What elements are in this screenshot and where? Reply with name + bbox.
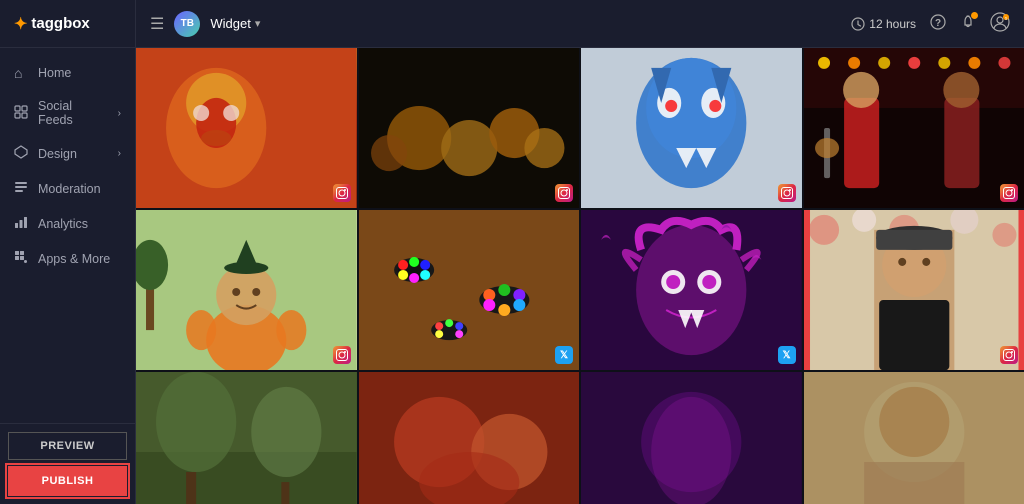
logo: ✦ taggbox: [14, 14, 90, 34]
grid-item[interactable]: [359, 48, 580, 208]
instagram-icon: [1003, 187, 1015, 199]
main-content: ☰ TB Widget ▾ 12 hours ?: [136, 0, 1024, 504]
hamburger-icon[interactable]: ☰: [150, 14, 164, 34]
sidebar-item-label: Social Feeds: [38, 99, 110, 127]
sidebar-item-label: Moderation: [38, 182, 101, 196]
notification-bell-icon[interactable]: [960, 14, 976, 34]
moderation-icon: [14, 180, 30, 197]
grid-item[interactable]: [581, 372, 802, 504]
grid-item[interactable]: [136, 372, 357, 504]
instagram-icon: [336, 187, 348, 199]
source-icon-instagram: [1000, 184, 1018, 202]
sidebar-item-design[interactable]: Design ›: [0, 136, 135, 171]
twitter-icon: 𝕏: [560, 350, 568, 361]
sidebar-item-home[interactable]: ⌂ Home: [0, 56, 135, 90]
source-icon-instagram: [333, 184, 351, 202]
topbar: ☰ TB Widget ▾ 12 hours ?: [136, 0, 1024, 48]
design-icon: [14, 145, 30, 162]
publish-button[interactable]: PUBLISH: [8, 466, 127, 496]
instagram-icon: [558, 187, 570, 199]
grid-item[interactable]: [804, 210, 1024, 370]
svg-text:?: ?: [935, 18, 941, 29]
logo-name: taggbox: [31, 15, 89, 32]
sidebar-item-label: Analytics: [38, 217, 88, 231]
instagram-icon: [1003, 349, 1015, 361]
sidebar-item-social-feeds[interactable]: Social Feeds ›: [0, 90, 135, 136]
sidebar-item-label: Design: [38, 147, 77, 161]
chevron-right-icon: ›: [118, 148, 121, 159]
help-icon[interactable]: ?: [930, 14, 946, 34]
source-icon-instagram: [778, 184, 796, 202]
sidebar-item-moderation[interactable]: Moderation: [0, 171, 135, 206]
source-icon-instagram: [555, 184, 573, 202]
media-grid: 𝕏: [136, 48, 1024, 504]
source-icon-instagram: [333, 346, 351, 364]
apps-more-icon: [14, 250, 30, 267]
preview-button[interactable]: PREVIEW: [8, 432, 127, 460]
grid-item[interactable]: 𝕏: [359, 210, 580, 370]
logo-icon: ✦: [14, 14, 27, 34]
source-icon-instagram: [1000, 346, 1018, 364]
user-profile-icon[interactable]: 1: [990, 12, 1010, 36]
twitter-icon: 𝕏: [782, 350, 790, 361]
source-icon-twitter: 𝕏: [778, 346, 796, 364]
time-value: 12 hours: [869, 17, 916, 31]
grid-item[interactable]: [581, 48, 802, 208]
sidebar-item-label: Apps & More: [38, 252, 110, 266]
widget-selector[interactable]: Widget ▾: [210, 16, 260, 31]
sidebar-nav: ⌂ Home Social Feeds › Design ›: [0, 48, 135, 423]
instagram-icon: [336, 349, 348, 361]
sidebar: ✦ taggbox ⌂ Home Social Feeds ›: [0, 0, 136, 504]
sidebar-item-label: Home: [38, 66, 71, 80]
chevron-down-icon: ▾: [255, 17, 261, 30]
social-feeds-icon: [14, 105, 30, 122]
time-label: 12 hours: [851, 17, 916, 31]
grid-item[interactable]: [136, 210, 357, 370]
analytics-icon: [14, 215, 30, 232]
sidebar-bottom: PREVIEW PUBLISH: [0, 423, 135, 504]
logo-area: ✦ taggbox: [0, 0, 135, 48]
widget-label: Widget: [210, 16, 250, 31]
source-icon-twitter: 𝕏: [555, 346, 573, 364]
chevron-right-icon: ›: [118, 108, 121, 119]
grid-item[interactable]: [359, 372, 580, 504]
sidebar-item-analytics[interactable]: Analytics: [0, 206, 135, 241]
home-icon: ⌂: [14, 65, 30, 81]
avatar: TB: [174, 11, 200, 37]
grid-item[interactable]: 𝕏: [581, 210, 802, 370]
sidebar-item-apps-more[interactable]: Apps & More: [0, 241, 135, 276]
topbar-right: 12 hours ?: [851, 12, 1010, 36]
grid-item[interactable]: [804, 48, 1024, 208]
grid-item[interactable]: [136, 48, 357, 208]
clock-icon: [851, 17, 865, 31]
grid-item[interactable]: [804, 372, 1024, 504]
instagram-icon: [781, 187, 793, 199]
